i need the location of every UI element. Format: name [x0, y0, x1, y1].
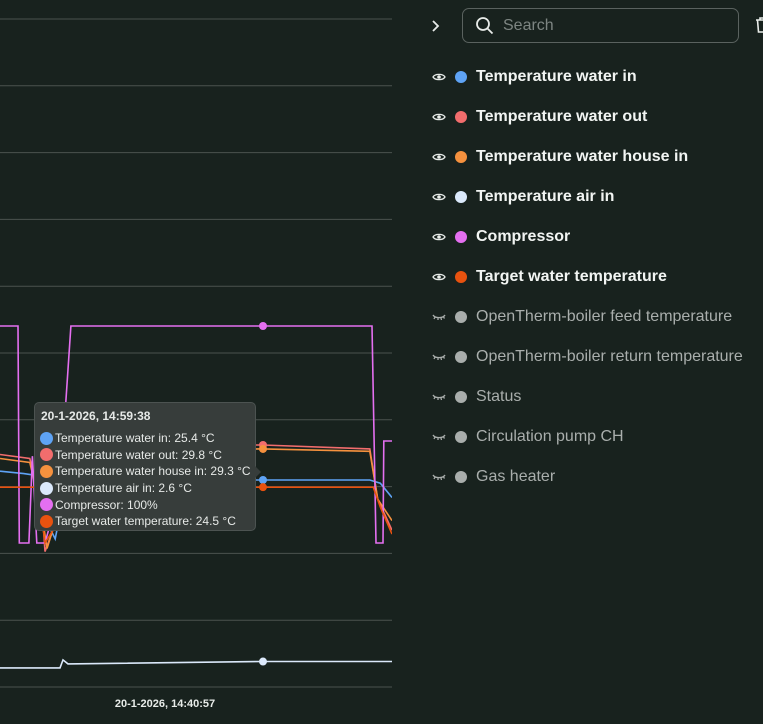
eye-icon[interactable]: [432, 192, 446, 202]
legend-item[interactable]: Compressor: [432, 217, 743, 257]
eye-icon[interactable]: [432, 112, 446, 122]
chart-tooltip: 20-1-2026, 14:59:38 Temperature water in…: [34, 402, 261, 531]
legend-item[interactable]: Temperature water in: [432, 57, 743, 97]
tooltip-row: Compressor: 100%: [40, 496, 250, 513]
x-axis-tick-label: 20-1-2026, 14:40:57: [114, 698, 216, 710]
legend-item-label: Status: [476, 388, 522, 405]
legend-item[interactable]: Status: [432, 377, 743, 417]
series-color-dot: [40, 498, 53, 512]
legend-item[interactable]: Temperature air in: [432, 177, 743, 217]
legend-item-label: Compressor: [476, 228, 571, 245]
trash-icon[interactable]: [755, 16, 763, 34]
eye-closed-icon[interactable]: [432, 352, 446, 362]
legend-item[interactable]: OpenTherm-boiler feed temperature: [432, 297, 743, 337]
tooltip-row-label: Target water temperature: 24.5 °C: [55, 514, 236, 529]
legend-item-label: Temperature water in: [476, 68, 637, 85]
legend-item[interactable]: Temperature water house in: [432, 137, 743, 177]
eye-icon[interactable]: [432, 72, 446, 82]
tooltip-row: Temperature water out: 29.8 °C: [40, 447, 250, 464]
series-color-dot: [455, 111, 467, 123]
eye-icon[interactable]: [432, 152, 446, 162]
tooltip-row: Temperature water in: 25.4 °C: [40, 430, 250, 447]
hover-point-2: [258, 444, 267, 453]
series-color-dot: [40, 431, 53, 445]
eye-closed-icon[interactable]: [432, 472, 446, 482]
hover-point-3: [258, 657, 267, 666]
series-color-dot: [455, 231, 467, 243]
tooltip-row-label: Temperature air in: 2.6 °C: [55, 481, 192, 496]
search-input[interactable]: [503, 16, 723, 35]
series-color-dot: [455, 471, 467, 483]
expand-chevron-icon[interactable]: [428, 17, 444, 35]
series-color-dot: [455, 271, 467, 283]
tooltip-row-label: Temperature water out: 29.8 °C: [55, 447, 222, 462]
tooltip-row: Temperature water house in: 29.3 °C: [40, 463, 251, 480]
tooltip-timestamp: 20-1-2026, 14:59:38: [41, 409, 151, 423]
legend-item-label: Temperature water out: [476, 108, 648, 125]
series-color-dot: [40, 464, 53, 478]
series-color-dot: [40, 514, 53, 528]
eye-closed-icon[interactable]: [432, 432, 446, 442]
legend-item-label: Temperature water house in: [476, 148, 689, 165]
series-color-dot: [455, 151, 467, 163]
legend-list: Temperature water in Temperature water ou…: [432, 57, 743, 497]
series-color-dot: [455, 391, 467, 403]
search-field[interactable]: [462, 8, 739, 43]
legend-item-label: OpenTherm-boiler return temperature: [476, 348, 743, 365]
series-color-dot: [455, 431, 467, 443]
hover-point-4: [258, 322, 267, 330]
history-chart[interactable]: [0, 0, 392, 724]
legend-item[interactable]: Temperature water out: [432, 97, 743, 137]
eye-icon[interactable]: [432, 272, 446, 282]
eye-closed-icon[interactable]: [432, 392, 446, 402]
tooltip-row-label: Temperature water in: 25.4 °C: [55, 431, 215, 446]
legend-item-label: Target water temperature: [476, 268, 667, 285]
legend-item-label: Gas heater: [476, 468, 556, 485]
legend-item[interactable]: Circulation pump CH: [432, 417, 743, 457]
hover-point-5: [258, 483, 267, 492]
legend-item-label: OpenTherm-boiler feed temperature: [476, 308, 733, 325]
tooltip-row-label: Compressor: 100%: [55, 497, 158, 512]
series-color-dot: [455, 71, 467, 83]
search-icon: [476, 16, 494, 34]
series-color-dot: [455, 311, 467, 323]
legend-item[interactable]: OpenTherm-boiler return temperature: [432, 337, 743, 377]
legend-item-label: Temperature air in: [476, 188, 615, 205]
legend-item[interactable]: Gas heater: [432, 457, 743, 497]
series-color-dot: [40, 481, 53, 495]
legend-item-label: Circulation pump CH: [476, 428, 624, 445]
series-color-dot: [40, 448, 53, 462]
series-color-dot: [455, 191, 467, 203]
series-line-3: [0, 658, 392, 669]
series-color-dot: [455, 351, 467, 363]
tooltip-row: Target water temperature: 24.5 °C: [40, 513, 250, 530]
eye-icon[interactable]: [432, 232, 446, 242]
legend-item[interactable]: Target water temperature: [432, 257, 743, 297]
eye-closed-icon[interactable]: [432, 312, 446, 322]
tooltip-row: Temperature air in: 2.6 °C: [40, 480, 250, 497]
tooltip-row-label: Temperature water house in: 29.3 °C: [55, 464, 251, 479]
